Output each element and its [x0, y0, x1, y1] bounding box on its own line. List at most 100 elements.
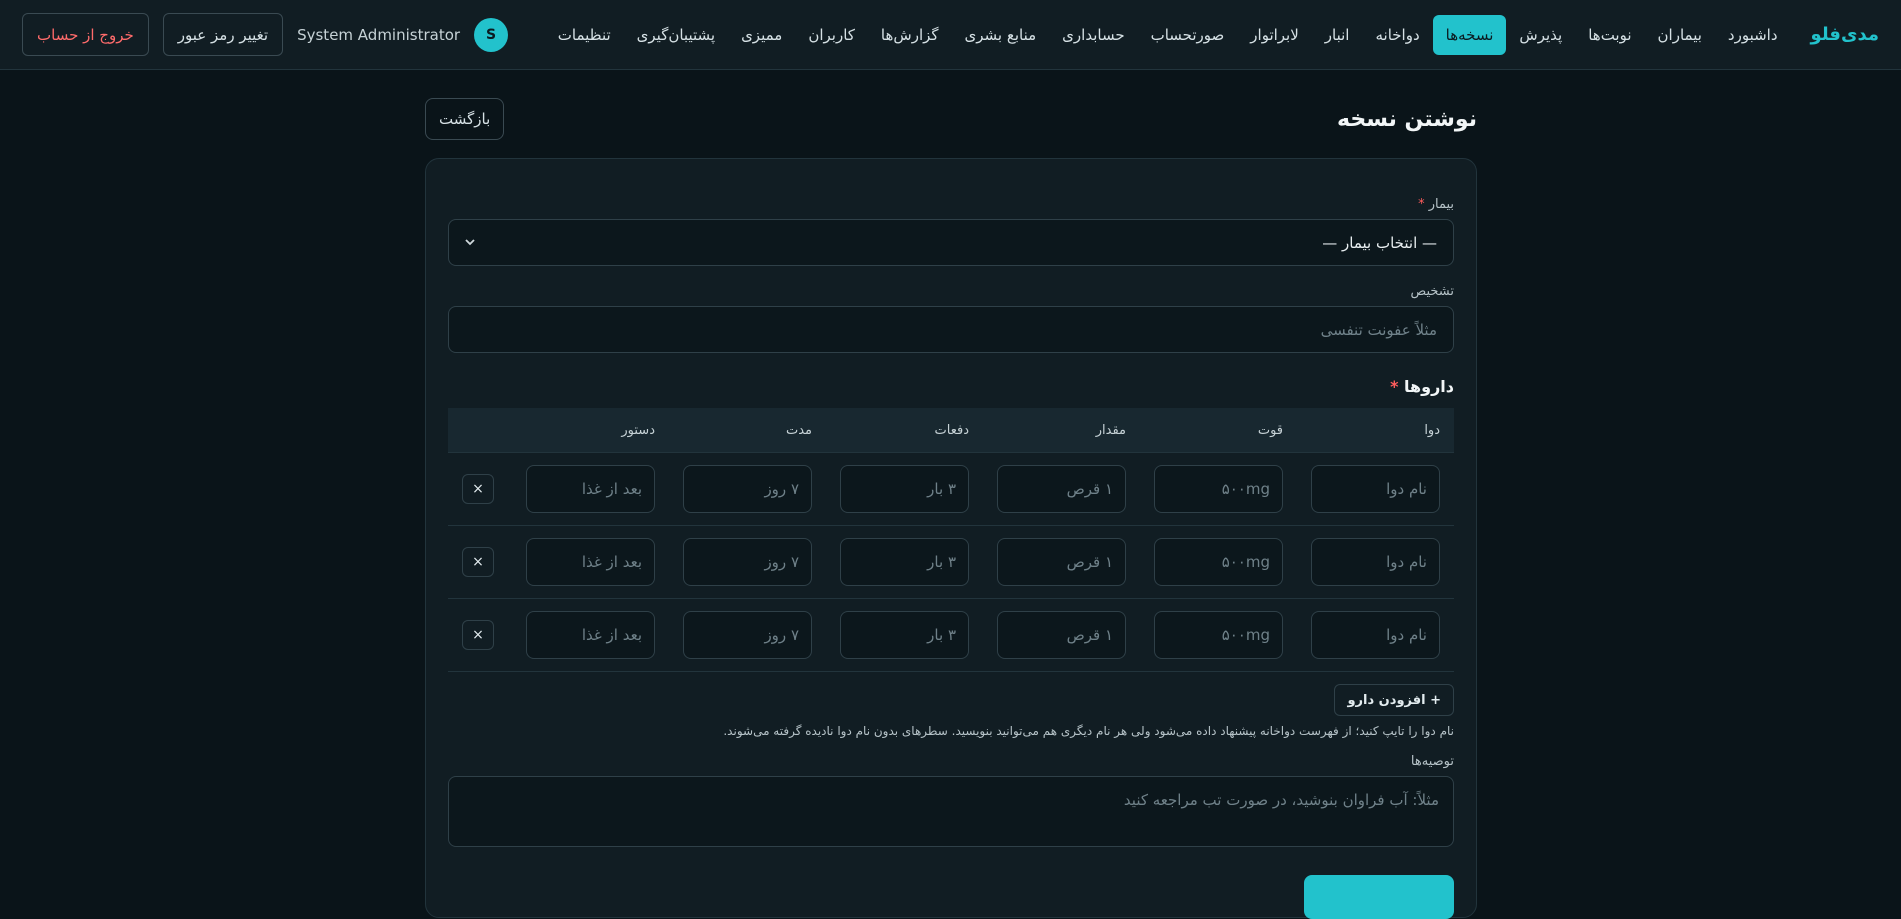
- nav-users[interactable]: کاربران: [795, 15, 868, 55]
- drug-input[interactable]: نام دوا: [1311, 465, 1440, 513]
- nav-appointments[interactable]: نوبت‌ها: [1575, 15, 1644, 55]
- nav-reports[interactable]: گزارش‌ها: [868, 15, 952, 55]
- top-navbar: مدی‌فلو داشبورد بیماران نوبت‌ها پذیرش نسخه‌ه…: [0, 0, 1901, 70]
- chevron-down-icon: [465, 236, 475, 250]
- nav-patients[interactable]: بیماران: [1645, 15, 1715, 55]
- instruction-input[interactable]: بعد از غذا: [526, 538, 655, 586]
- advice-placeholder: مثلاً: آب فراوان بنوشید، در صورت تب مراج…: [1123, 791, 1439, 809]
- page-header: نوشتن نسخه بازگشت: [425, 70, 1477, 158]
- medications-title-text: داروها: [1404, 377, 1454, 396]
- instruction-input[interactable]: بعد از غذا: [526, 465, 655, 513]
- nav-hr[interactable]: منابع بشری: [952, 15, 1050, 55]
- nav-accounting[interactable]: حسابداری: [1049, 15, 1137, 55]
- cell-amount: ۱ قرص: [997, 465, 1126, 513]
- advice-label: توصیه‌ها: [1410, 754, 1454, 769]
- nav-dashboard[interactable]: داشبورد: [1715, 15, 1791, 55]
- cell-frequency: ۳ بار: [840, 465, 969, 513]
- patient-select-value: — انتخاب بیمار —: [1322, 233, 1437, 252]
- nav-admission[interactable]: پذیرش: [1506, 15, 1575, 55]
- amount-input[interactable]: ۱ قرص: [997, 465, 1126, 513]
- amount-input[interactable]: ۱ قرص: [997, 611, 1126, 659]
- drug-placeholder: نام دوا: [1386, 480, 1427, 498]
- instruction-placeholder: بعد از غذا: [581, 626, 642, 644]
- required-mark: *: [1390, 377, 1399, 396]
- frequency-input[interactable]: ۳ بار: [840, 611, 969, 659]
- diagnosis-placeholder: مثلاً عفونت تنفسی: [1320, 320, 1437, 339]
- cell-drug: نام دوا: [1311, 465, 1440, 513]
- frequency-input[interactable]: ۳ بار: [840, 538, 969, 586]
- cell-strength: ۵۰۰mg: [1154, 465, 1283, 513]
- table-row: نام دوا ۵۰۰mg ۱ قرص ۳ بار ۷ روز بعد از غذا ×: [448, 526, 1454, 599]
- cell-amount: ۱ قرص: [997, 538, 1126, 586]
- amount-placeholder: ۱ قرص: [1066, 480, 1113, 498]
- nav-warehouse[interactable]: انبار: [1312, 15, 1363, 55]
- strength-input[interactable]: ۵۰۰mg: [1154, 465, 1283, 513]
- cell-drug: نام دوا: [1311, 611, 1440, 659]
- diagnosis-input[interactable]: مثلاً عفونت تنفسی: [448, 306, 1454, 353]
- column-header-duration: مدت: [785, 422, 812, 438]
- frequency-input[interactable]: ۳ بار: [840, 465, 969, 513]
- cell-frequency: ۳ بار: [840, 611, 969, 659]
- nav-laboratory[interactable]: لابراتوار: [1237, 15, 1312, 55]
- drug-input[interactable]: نام دوا: [1311, 611, 1440, 659]
- duration-input[interactable]: ۷ روز: [683, 538, 812, 586]
- remove-row-button[interactable]: ×: [462, 547, 494, 577]
- medications-table: دوا قوت مقدار دفعات مدت دستور نام دوا ۵۰۰mg ۱ ق…: [448, 408, 1454, 672]
- drug-placeholder: نام دوا: [1386, 626, 1427, 644]
- submit-button[interactable]: [1304, 875, 1454, 919]
- amount-placeholder: ۱ قرص: [1066, 626, 1113, 644]
- close-icon: ×: [472, 481, 484, 497]
- required-mark: *: [1418, 197, 1425, 212]
- duration-input[interactable]: ۷ روز: [683, 465, 812, 513]
- drug-input[interactable]: نام دوا: [1311, 538, 1440, 586]
- cell-strength: ۵۰۰mg: [1154, 538, 1283, 586]
- instruction-input[interactable]: بعد از غذا: [526, 611, 655, 659]
- nav-billing[interactable]: صورتحساب: [1138, 15, 1238, 55]
- strength-placeholder: ۵۰۰mg: [1221, 553, 1270, 571]
- nav-menu: داشبورد بیماران نوبت‌ها پذیرش نسخه‌ها دواخانه…: [545, 14, 1791, 55]
- back-button[interactable]: بازگشت: [425, 98, 505, 140]
- nav-prescriptions[interactable]: نسخه‌ها: [1432, 14, 1507, 55]
- table-row: نام دوا ۵۰۰mg ۱ قرص ۳ بار ۷ روز بعد از غذا ×: [448, 599, 1454, 672]
- change-password-button[interactable]: تغییر رمز عبور: [162, 13, 284, 56]
- nav-audit[interactable]: ممیزی: [728, 15, 795, 55]
- advice-textarea[interactable]: مثلاً: آب فراوان بنوشید، در صورت تب مراج…: [448, 776, 1454, 847]
- strength-input[interactable]: ۵۰۰mg: [1154, 538, 1283, 586]
- prescription-form-card: بیمار * — انتخاب بیمار — تشخیص مثلاً عفو…: [425, 158, 1477, 919]
- duration-input[interactable]: ۷ روز: [683, 611, 812, 659]
- nav-pharmacy[interactable]: دواخانه: [1362, 15, 1432, 55]
- close-icon: ×: [472, 554, 484, 570]
- brand-logo[interactable]: مدی‌فلو: [1811, 24, 1879, 45]
- strength-placeholder: ۵۰۰mg: [1221, 626, 1270, 644]
- column-header-amount: مقدار: [1095, 422, 1126, 438]
- logout-button[interactable]: خروج از حساب: [22, 13, 149, 56]
- remove-row-button[interactable]: ×: [462, 474, 494, 504]
- duration-placeholder: ۷ روز: [764, 626, 799, 644]
- strength-placeholder: ۵۰۰mg: [1221, 480, 1270, 498]
- duration-placeholder: ۷ روز: [764, 553, 799, 571]
- add-medication-button[interactable]: + افزودن دارو: [1334, 684, 1454, 716]
- patient-select[interactable]: — انتخاب بیمار —: [448, 219, 1454, 266]
- medications-title: داروها *: [448, 377, 1454, 396]
- amount-input[interactable]: ۱ قرص: [997, 538, 1126, 586]
- avatar[interactable]: S: [474, 17, 509, 52]
- submit-row: [448, 875, 1454, 919]
- nav-settings[interactable]: تنظیمات: [545, 15, 624, 55]
- cell-duration: ۷ روز: [683, 538, 812, 586]
- cell-instruction: بعد از غذا: [526, 611, 655, 659]
- close-icon: ×: [472, 627, 484, 643]
- frequency-placeholder: ۳ بار: [927, 626, 956, 644]
- medications-table-body: نام دوا ۵۰۰mg ۱ قرص ۳ بار ۷ روز بعد از غذا × نا…: [448, 453, 1454, 672]
- table-row: نام دوا ۵۰۰mg ۱ قرص ۳ بار ۷ روز بعد از غذا ×: [448, 453, 1454, 526]
- amount-placeholder: ۱ قرص: [1066, 553, 1113, 571]
- medication-hint: نام دوا را تایپ کنید؛ از فهرست دواخانه پ…: [723, 724, 1454, 738]
- main-content: نوشتن نسخه بازگشت بیمار * — انتخاب بیمار…: [425, 70, 1477, 919]
- cell-duration: ۷ روز: [683, 611, 812, 659]
- cell-strength: ۵۰۰mg: [1154, 611, 1283, 659]
- medications-table-header: دوا قوت مقدار دفعات مدت دستور: [448, 408, 1454, 453]
- remove-row-button[interactable]: ×: [462, 620, 494, 650]
- cell-drug: نام دوا: [1311, 538, 1440, 586]
- nav-backup[interactable]: پشتیبان‌گیری: [624, 15, 728, 55]
- strength-input[interactable]: ۵۰۰mg: [1154, 611, 1283, 659]
- column-header-strength: قوت: [1257, 422, 1283, 438]
